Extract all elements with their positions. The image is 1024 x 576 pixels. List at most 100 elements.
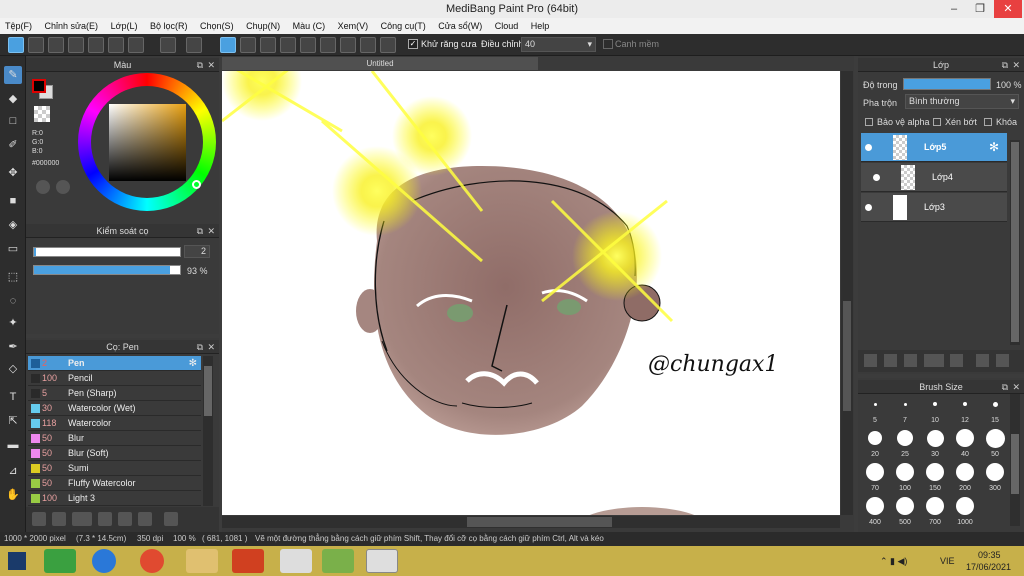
brush-opacity-slider[interactable] xyxy=(33,265,181,275)
eraser-tool-icon[interactable]: ◆ xyxy=(4,90,22,108)
brush-item[interactable]: 118 Watercolor xyxy=(28,416,201,431)
close-icon[interactable]: ✕ xyxy=(1012,380,1020,394)
lasso-tool-icon[interactable]: ◌ xyxy=(4,292,22,310)
magic-wand-icon[interactable]: ✦ xyxy=(4,314,22,332)
lock-checkbox[interactable] xyxy=(984,118,992,126)
comment-icon[interactable] xyxy=(48,37,64,53)
brush-list-scrollbar[interactable] xyxy=(203,356,213,506)
curve-snap-icon[interactable] xyxy=(340,37,356,53)
visibility-icon[interactable] xyxy=(865,204,872,211)
hue-handle[interactable] xyxy=(192,180,201,189)
gear-icon[interactable]: ✻ xyxy=(189,356,197,371)
document-tab[interactable]: Untitled xyxy=(222,57,538,70)
layer-row[interactable]: Lớp5 ✻ xyxy=(861,133,1007,162)
internet-explorer-icon[interactable] xyxy=(92,549,116,573)
app-icon[interactable] xyxy=(322,549,354,573)
eyedropper-icon[interactable]: ⊿ xyxy=(4,462,22,480)
restore-icon[interactable]: ❐ xyxy=(966,0,994,18)
redo-icon[interactable] xyxy=(186,37,202,53)
file-explorer-icon[interactable] xyxy=(186,549,218,573)
new-8bit-layer-icon[interactable] xyxy=(904,354,917,367)
undo-icon[interactable] xyxy=(160,37,176,53)
select-tool-icon[interactable]: ⬚ xyxy=(4,268,22,286)
grid-icon[interactable] xyxy=(128,37,144,53)
delete-brush-icon[interactable] xyxy=(164,512,178,526)
language-indicator[interactable]: VIE xyxy=(940,556,955,566)
canvas-hscrollbar[interactable] xyxy=(222,516,840,528)
radial-snap-icon[interactable] xyxy=(300,37,316,53)
close-icon[interactable]: ✕ xyxy=(207,224,215,238)
close-icon[interactable]: ✕ xyxy=(207,340,215,354)
popout-icon[interactable]: ⧉ xyxy=(197,224,203,238)
palette-add-icon[interactable] xyxy=(56,180,70,194)
select-eraser-icon[interactable]: ◇ xyxy=(4,360,22,378)
close-icon[interactable]: ✕ xyxy=(994,0,1022,18)
new-brush-icon[interactable] xyxy=(52,512,66,526)
menu-snap[interactable]: Chụp(N) xyxy=(241,18,285,34)
brush-size-slider[interactable] xyxy=(33,247,181,257)
brush-size-cell[interactable]: 200 xyxy=(951,462,979,494)
move-tool-icon[interactable]: ✥ xyxy=(4,164,22,182)
brush-size-scrollbar[interactable] xyxy=(1010,394,1020,526)
brush-item[interactable]: 30 Watercolor (Wet) xyxy=(28,401,201,416)
duplicate-layer-icon[interactable] xyxy=(976,354,989,367)
operation-tool-icon[interactable]: ⇱ xyxy=(4,412,22,430)
smooth-checkbox[interactable] xyxy=(603,39,613,49)
ellipse-snap-icon[interactable] xyxy=(360,37,376,53)
foreground-color-swatch[interactable] xyxy=(32,79,46,93)
brush-size-cell[interactable]: 5 xyxy=(861,394,889,426)
canvas-vscrollbar[interactable] xyxy=(841,71,853,515)
antialias-checkbox[interactable]: ✓ xyxy=(408,39,418,49)
menu-filter[interactable]: Bộ lọc(R) xyxy=(145,18,193,34)
brush-size-cell[interactable]: 300 xyxy=(981,462,1009,494)
brush-item[interactable]: 100 Light 3 xyxy=(28,491,201,506)
palette-icon[interactable] xyxy=(36,180,50,194)
popout-icon[interactable]: ⧉ xyxy=(1002,380,1008,394)
brush-size-cell[interactable]: 1000 xyxy=(951,496,979,528)
select-pen-icon[interactable]: ✒ xyxy=(4,338,22,356)
merge-layer-icon[interactable] xyxy=(996,354,1009,367)
fill-tool-icon[interactable]: ◈ xyxy=(4,216,22,234)
brush-size-input[interactable]: 2 xyxy=(184,245,210,258)
layer-menu-icon[interactable] xyxy=(924,354,944,367)
snap-off-icon[interactable] xyxy=(220,37,236,53)
vanish-snap-icon[interactable] xyxy=(280,37,296,53)
brush-item[interactable]: 2 Pen ✻ xyxy=(28,356,201,371)
brush-menu-icon[interactable] xyxy=(72,512,92,526)
brush-size-cell[interactable]: 70 xyxy=(861,462,889,494)
brush-size-cell[interactable]: 10 xyxy=(921,394,949,426)
menu-file[interactable]: Tệp(F) xyxy=(0,18,37,34)
new-layer-icon[interactable] xyxy=(864,354,877,367)
brush-item[interactable]: 50 Blur xyxy=(28,431,201,446)
parallel-snap-icon[interactable] xyxy=(240,37,256,53)
brush-size-cell[interactable]: 150 xyxy=(921,462,949,494)
rect-tool-icon[interactable]: ■ xyxy=(4,192,22,210)
minimize-icon[interactable]: – xyxy=(940,0,968,18)
protect-alpha-checkbox[interactable] xyxy=(865,118,873,126)
brush-item[interactable]: 5 Pen (Sharp) xyxy=(28,386,201,401)
brush-size-cell[interactable]: 400 xyxy=(861,496,889,528)
brush-size-cell[interactable]: 500 xyxy=(891,496,919,528)
list-icon[interactable] xyxy=(108,37,124,53)
divide-tool-icon[interactable]: ▬ xyxy=(4,436,22,454)
brush-item[interactable]: 100 Pencil xyxy=(28,371,201,386)
cloud-icon[interactable] xyxy=(8,37,24,53)
brush-size-cell[interactable]: 50 xyxy=(981,428,1009,460)
add-brush-icon[interactable] xyxy=(32,512,46,526)
brush-settings-icon[interactable] xyxy=(98,512,112,526)
blend-dropdown[interactable]: Bình thường ▾ xyxy=(905,94,1019,109)
menu-color[interactable]: Màu (C) xyxy=(288,18,331,34)
brush-item[interactable]: 50 Fluffy Watercolor xyxy=(28,476,201,491)
popout-icon[interactable]: ⧉ xyxy=(1002,58,1008,72)
layer-row[interactable]: Lớp4 xyxy=(861,163,1007,192)
brush-size-cell[interactable]: 40 xyxy=(951,428,979,460)
menu-window[interactable]: Cửa sổ(W) xyxy=(433,18,487,34)
brush-folder-icon[interactable] xyxy=(118,512,132,526)
adjust-dropdown[interactable]: 40 ▾ xyxy=(521,37,596,52)
visibility-icon[interactable] xyxy=(865,144,872,151)
brush-tool-icon[interactable]: ✐ xyxy=(4,136,22,154)
menu-tools[interactable]: Công cụ(T) xyxy=(376,18,431,34)
bluestacks-icon[interactable] xyxy=(44,549,76,573)
brush-size-cell[interactable]: 7 xyxy=(891,394,919,426)
start-icon[interactable] xyxy=(8,552,26,570)
